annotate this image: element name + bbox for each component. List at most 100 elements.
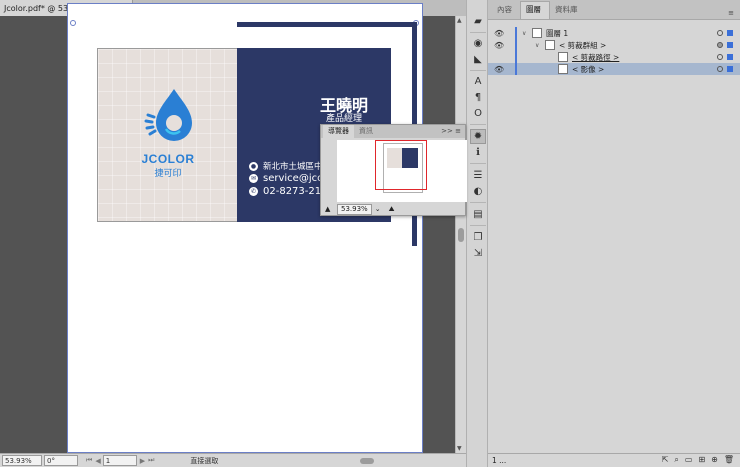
last-artboard-icon[interactable]: ⏭	[148, 456, 154, 465]
target-circle-icon[interactable]	[717, 42, 723, 48]
create-sublayer-icon[interactable]: ⊞	[698, 455, 705, 465]
horizontal-scrollbar[interactable]	[240, 457, 455, 465]
zoom-out-icon[interactable]: ▲	[325, 205, 330, 213]
vertical-scrollbar[interactable]: ▲ ▼	[455, 16, 466, 453]
delete-layer-icon[interactable]: 🗑	[724, 455, 734, 465]
layer-name[interactable]: < 剪裁群組 >	[559, 40, 606, 51]
navigator-panel[interactable]: 導覽器 資訊 >> ≡ ▲ 53.93% ⌄ ⛰	[320, 124, 467, 216]
info-icon[interactable]: ℹ	[470, 145, 486, 160]
business-card-front[interactable]: JCOLOR 捷可印	[97, 48, 237, 222]
first-artboard-icon[interactable]: ⏮	[86, 456, 92, 465]
visibility-eye-icon[interactable]: 👁	[494, 29, 504, 38]
selection-square-icon[interactable]	[727, 66, 733, 72]
layers-footer: 1 ... ⇱ ⌕ ▭ ⊞ ⊕ 🗑	[488, 453, 740, 467]
make-clipping-mask-icon[interactable]: ▭	[685, 455, 693, 465]
layer-row[interactable]: 👁 ∨ 圖層 1	[488, 27, 740, 39]
status-bar: 53.93% 0° ⏮ ◀ 1 ▶ ⏭ 直接選取	[0, 453, 466, 467]
target-circle-icon[interactable]	[717, 66, 723, 72]
character-icon[interactable]: A	[470, 74, 486, 89]
layer-thumbnail	[558, 52, 568, 62]
zoom-value: 53.93%	[5, 456, 32, 465]
target-circle-icon[interactable]	[717, 54, 723, 60]
brand-subtitle: 捷可印	[154, 169, 182, 179]
stroke-icon[interactable]: ☰	[470, 168, 486, 183]
paragraph-icon[interactable]: ¶	[470, 90, 486, 105]
phone-icon: ✆	[249, 187, 258, 196]
layer-color-bar	[515, 39, 517, 51]
gradient-icon[interactable]: ▤	[470, 207, 486, 222]
scroll-down-icon[interactable]: ▼	[457, 445, 462, 452]
comment-icon[interactable]: ▰	[470, 14, 486, 29]
location-icon: ●	[249, 161, 258, 171]
tab-properties[interactable]: 內容	[492, 2, 520, 19]
next-artboard-icon[interactable]: ▶	[140, 457, 145, 465]
rotation-field[interactable]: 0°	[44, 455, 78, 466]
layer-color-bar	[515, 63, 517, 75]
card-address: ● 新北市土城區中央	[249, 160, 331, 172]
tab-navigator[interactable]: 導覽器	[323, 125, 354, 138]
jcolor-logo-icon	[144, 89, 192, 141]
visibility-eye-icon[interactable]: 👁	[494, 41, 504, 50]
expand-chevron-icon[interactable]: ∨	[522, 30, 526, 37]
layer-name[interactable]: 圖層 1	[546, 28, 568, 39]
artboard-field[interactable]: 1	[102, 455, 137, 466]
panel-menu-icon[interactable]: ≡	[728, 9, 734, 17]
layer-thumbnail	[545, 40, 555, 50]
visibility-eye-icon[interactable]: 👁	[494, 65, 504, 74]
visibility-eye-icon[interactable]: 👁	[494, 53, 504, 62]
zoom-in-icon[interactable]: ⛰	[389, 205, 395, 214]
panel-tabs: 內容 圖層 資料庫	[488, 0, 740, 20]
layer-name[interactable]: < 影像 >	[572, 64, 604, 75]
separator	[470, 202, 486, 203]
selection-square-icon[interactable]	[727, 42, 733, 48]
export-for-screens-icon[interactable]: ⇱	[662, 455, 669, 465]
zoom-dropdown-icon[interactable]: ⌄	[375, 205, 381, 213]
layer-thumbnail	[558, 64, 568, 74]
zoom-field[interactable]: 53.93%	[2, 455, 42, 466]
scroll-up-icon[interactable]: ▲	[457, 17, 462, 24]
panel-menu-icon[interactable]: ≡	[455, 127, 461, 135]
layer-color-bar	[515, 27, 517, 39]
layer-row[interactable]: 👁 < 剪裁路徑 >	[488, 51, 740, 63]
navigator-preview[interactable]	[337, 140, 467, 202]
layers-icon[interactable]: ❐	[470, 230, 486, 245]
navigator-icon[interactable]: ✹	[470, 129, 486, 144]
target-circle-icon[interactable]	[717, 30, 723, 36]
layer-thumbnail	[532, 28, 542, 38]
brand-name: JCOLOR	[141, 152, 195, 166]
view-proxy-rectangle[interactable]	[375, 140, 427, 190]
brush-icon[interactable]: ◣	[470, 52, 486, 67]
appearance-icon[interactable]: ◉	[470, 36, 486, 51]
separator	[470, 70, 486, 71]
navigator-zoom-value: 53.93%	[341, 205, 368, 213]
tool-mode-label[interactable]: 直接選取	[190, 456, 218, 466]
separator	[470, 225, 486, 226]
selection-square-icon[interactable]	[727, 54, 733, 60]
glyphs-icon[interactable]: O	[470, 106, 486, 121]
layer-row[interactable]: 👁 ∨ < 剪裁群組 >	[488, 39, 740, 51]
tab-layers[interactable]: 圖層	[520, 1, 550, 19]
rotation-value: 0°	[47, 456, 55, 465]
tab-info[interactable]: 資訊	[354, 125, 378, 138]
prev-artboard-icon[interactable]: ◀	[95, 457, 100, 465]
mail-icon: ✉	[249, 174, 258, 183]
anchor-point[interactable]	[70, 20, 76, 26]
collapse-icon[interactable]: >>	[441, 127, 453, 135]
selection-square-icon[interactable]	[727, 30, 733, 36]
transparency-icon[interactable]: ◐	[470, 184, 486, 199]
artboard-value: 1	[105, 456, 111, 465]
expand-chevron-icon[interactable]: ∨	[535, 42, 539, 49]
hscroll-thumb[interactable]	[360, 458, 374, 464]
card-bleed-top[interactable]	[237, 22, 417, 27]
export-icon[interactable]: ⇲	[470, 246, 486, 261]
card-job-title: 產品經理	[325, 114, 362, 124]
layer-name[interactable]: < 剪裁路徑 >	[572, 52, 619, 63]
tab-libraries[interactable]: 資料庫	[550, 2, 586, 19]
locate-object-icon[interactable]: ⌕	[674, 455, 678, 465]
scroll-thumb[interactable]	[458, 228, 464, 242]
layer-row-selected[interactable]: 👁 < 影像 >	[488, 63, 740, 75]
new-layer-icon[interactable]: ⊕	[711, 455, 718, 465]
navigator-zoom-field[interactable]: 53.93%	[337, 203, 372, 215]
separator	[470, 124, 486, 125]
layers-footer-icons: ⇱ ⌕ ▭ ⊞ ⊕ 🗑	[662, 455, 734, 465]
